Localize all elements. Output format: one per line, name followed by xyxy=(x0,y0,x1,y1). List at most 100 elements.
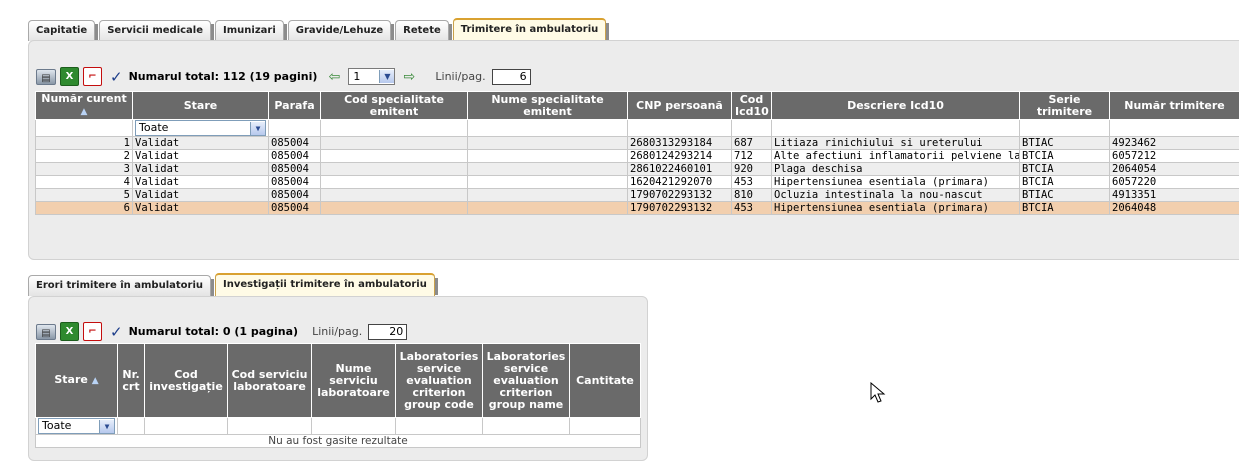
filter-cell[interactable] xyxy=(1019,119,1110,137)
table-row[interactable]: 6 Validat 085004 1790702293132 453 Hipertensi… xyxy=(35,201,1239,215)
filter-cell[interactable] xyxy=(771,119,1020,137)
tab-capitatie[interactable]: Capitatie xyxy=(28,20,99,41)
icd10-cell: 453 xyxy=(731,175,772,189)
col-stare[interactable]: Stare ▲ xyxy=(35,343,118,418)
bottom-toolbar: ▤ X ⌐ ✓ Numarul total: 0 (1 pagina) Lini… xyxy=(36,322,408,341)
serie-cell: BTIAC xyxy=(1019,136,1110,150)
parafa-cell: 085004 xyxy=(268,136,321,150)
filter-cell[interactable] xyxy=(117,417,145,435)
col-cod-serviciu-laboratoare[interactable]: Cod serviciu laboratoare xyxy=(227,343,312,418)
filter-cell[interactable] xyxy=(627,119,732,137)
excel-export-icon[interactable]: X xyxy=(60,322,79,341)
cnp-cell: 2680124293214 xyxy=(627,149,732,163)
tab-erori-trimitere[interactable]: Erori trimitere în ambulatoriu xyxy=(28,275,214,296)
filter-cell[interactable]: Toate ▼ xyxy=(132,119,269,137)
rows-per-page-input[interactable]: 6 xyxy=(491,68,531,85)
chevron-down-icon[interactable]: ▼ xyxy=(250,121,265,135)
filter-cell[interactable] xyxy=(482,417,570,435)
icd10-cell: 712 xyxy=(731,149,772,163)
nume-specialitate-cell xyxy=(467,162,628,176)
filter-cell[interactable] xyxy=(395,417,483,435)
num-cell: 2 xyxy=(35,149,133,163)
parafa-cell: 085004 xyxy=(268,162,321,176)
filter-cell[interactable] xyxy=(320,119,468,137)
cnp-cell: 2861022460101 xyxy=(627,162,732,176)
cnp-cell: 1790702293132 xyxy=(627,188,732,202)
col-nume-serviciu-laboratoare[interactable]: Nume serviciu laboratoare xyxy=(311,343,396,418)
icd10-cell: 687 xyxy=(731,136,772,150)
chevron-down-icon[interactable]: ▼ xyxy=(99,419,114,433)
filter-cell[interactable] xyxy=(311,417,396,435)
rows-per-page-label: Linii/pag. xyxy=(435,70,486,83)
descriere-cell: Litiaza rinichiului si ureterului xyxy=(771,136,1020,150)
cnp-cell: 1790702293132 xyxy=(627,201,732,215)
col-parafa[interactable]: Parafa xyxy=(268,91,321,120)
col-numar-trimitere[interactable]: Număr trimitere xyxy=(1109,91,1239,120)
col-descriere-icd10[interactable]: Descriere Icd10 xyxy=(771,91,1020,120)
filter-row: Toate ▼ xyxy=(35,119,1239,137)
tab-gravide-lehuze[interactable]: Gravide/Lehuze xyxy=(287,20,395,41)
tab-servicii-medicale[interactable]: Servicii medicale xyxy=(99,20,214,41)
filter-cell[interactable] xyxy=(569,417,641,435)
excel-export-icon[interactable]: X xyxy=(60,67,79,86)
num-cell: 1 xyxy=(35,136,133,150)
stare-cell: Validat xyxy=(132,149,269,163)
col-criterion-group-name[interactable]: Laboratories service evaluation criterio… xyxy=(482,343,570,418)
col-cantitate[interactable]: Cantitate xyxy=(569,343,641,418)
icd10-cell: 920 xyxy=(731,162,772,176)
stare-filter-select[interactable]: Toate ▼ xyxy=(135,120,266,136)
filter-cell[interactable]: Toate ▼ xyxy=(35,417,118,435)
stare-cell: Validat xyxy=(132,136,269,150)
investigations-table: Stare ▲ Nr. crt Cod investigație Cod ser… xyxy=(35,343,641,448)
filter-cell[interactable] xyxy=(467,119,628,137)
checkmark-icon: ✓ xyxy=(110,322,123,341)
filter-cell[interactable] xyxy=(144,417,228,435)
col-cnp[interactable]: CNP persoană xyxy=(627,91,732,120)
print-icon[interactable]: ▤ xyxy=(36,68,56,85)
col-cod-icd10[interactable]: Cod Icd10 xyxy=(731,91,772,120)
filter-cell[interactable] xyxy=(227,417,312,435)
num-cell: 3 xyxy=(35,162,133,176)
pdf-export-icon[interactable]: ⌐ xyxy=(83,322,102,341)
table-row[interactable]: 1 Validat 085004 2680313293184 687 Litiaza ri… xyxy=(35,136,1239,150)
next-page-arrow-icon[interactable]: ⇨ xyxy=(400,69,418,85)
col-nume-specialitate[interactable]: Nume specialitate emitent xyxy=(467,91,628,120)
col-cod-investigatie[interactable]: Cod investigație xyxy=(144,343,228,418)
col-cod-specialitate[interactable]: Cod specialitate emitent xyxy=(320,91,468,120)
col-nr-crt[interactable]: Nr. crt xyxy=(117,343,145,418)
cod-specialitate-cell xyxy=(320,162,468,176)
cnp-cell: 2680313293184 xyxy=(627,136,732,150)
chevron-down-icon[interactable]: ▼ xyxy=(379,70,395,83)
cod-specialitate-cell xyxy=(320,136,468,150)
table-row[interactable]: 5 Validat 085004 1790702293132 810 Ocluzia in… xyxy=(35,188,1239,202)
filter-cell[interactable] xyxy=(35,119,133,137)
stare-filter-select[interactable]: Toate ▼ xyxy=(38,418,115,434)
tab-trimitere-ambulatoriu[interactable]: Trimitere în ambulatoriu xyxy=(452,18,610,41)
tab-imunizari[interactable]: Imunizari xyxy=(215,20,287,41)
col-criterion-group-code[interactable]: Laboratories service evaluation criterio… xyxy=(395,343,483,418)
serie-cell: BTCIA xyxy=(1019,149,1110,163)
rows-per-page-input[interactable]: 20 xyxy=(368,323,408,340)
page-select[interactable]: 1 ▼ xyxy=(348,68,396,85)
parafa-cell: 085004 xyxy=(268,175,321,189)
table-row[interactable]: 3 Validat 085004 2861022460101 920 Plaga desc… xyxy=(35,162,1239,176)
filter-cell[interactable] xyxy=(731,119,772,137)
table-row[interactable]: 4 Validat 085004 1620421292070 453 Hipertensi… xyxy=(35,175,1239,189)
col-numar-curent[interactable]: Număr curent ▲ xyxy=(35,91,133,120)
print-icon[interactable]: ▤ xyxy=(36,323,56,340)
col-label: Stare xyxy=(54,373,88,386)
numar-trimitere-cell: 6057212 xyxy=(1109,149,1239,163)
tab-investigatii-trimitere[interactable]: Investigații trimitere în ambulatoriu xyxy=(215,273,438,296)
stare-filter-value: Toate xyxy=(42,419,72,432)
filter-cell[interactable] xyxy=(1109,119,1239,137)
table-row[interactable]: 2 Validat 085004 2680124293214 712 Alte afect… xyxy=(35,149,1239,163)
tab-retete[interactable]: Retete xyxy=(395,20,452,41)
numar-trimitere-cell: 4923462 xyxy=(1109,136,1239,150)
previous-page-arrow-icon[interactable]: ⇦ xyxy=(325,69,343,85)
col-stare[interactable]: Stare xyxy=(132,91,269,120)
col-serie-trimitere[interactable]: Serie trimitere xyxy=(1019,91,1110,120)
pdf-export-icon[interactable]: ⌐ xyxy=(83,67,102,86)
serie-cell: BTCIA xyxy=(1019,201,1110,215)
filter-cell[interactable] xyxy=(268,119,321,137)
rows-per-page-label: Linii/pag. xyxy=(312,325,363,338)
